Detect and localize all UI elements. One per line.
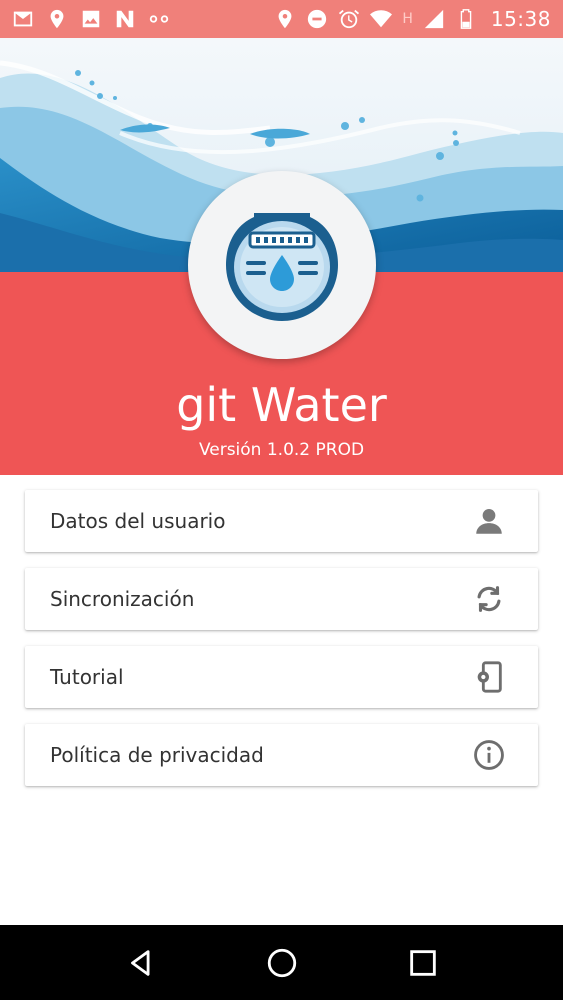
back-icon[interactable]	[121, 943, 161, 983]
menu-item-label: Datos del usuario	[50, 509, 226, 533]
phone-settings-icon	[472, 660, 506, 694]
menu-item-user-data[interactable]: Datos del usuario	[25, 490, 538, 552]
battery-icon	[455, 8, 477, 30]
location-icon	[46, 8, 68, 30]
location-icon	[274, 8, 296, 30]
gmail-icon	[12, 8, 34, 30]
system-navigation-bar	[0, 925, 563, 1000]
menu-item-tutorial[interactable]: Tutorial	[25, 646, 538, 708]
person-icon	[472, 504, 506, 538]
alarm-icon	[338, 8, 360, 30]
menu-item-label: Tutorial	[50, 665, 124, 689]
home-icon[interactable]	[262, 943, 302, 983]
do-not-disturb-icon	[306, 8, 328, 30]
menu-item-privacy-policy[interactable]: Política de privacidad	[25, 724, 538, 786]
n-app-icon	[114, 8, 136, 30]
info-icon	[472, 738, 506, 772]
status-bar-system: H 15:38	[274, 7, 551, 31]
status-bar: H 15:38	[0, 0, 563, 38]
wifi-icon	[370, 8, 393, 30]
network-type-indicator: H	[402, 11, 413, 27]
water-meter-logo-icon	[226, 213, 338, 321]
voicemail-icon	[148, 8, 170, 30]
gallery-icon	[80, 8, 102, 30]
app-logo	[188, 171, 376, 359]
app-header: git Water Versión 1.0.2 PROD	[0, 38, 563, 475]
clock: 15:38	[490, 7, 551, 31]
app-title: git Water	[176, 378, 387, 432]
sync-icon	[472, 582, 506, 616]
app-version: Versión 1.0.2 PROD	[198, 440, 365, 460]
menu-item-sync[interactable]: Sincronización	[25, 568, 538, 630]
signal-icon	[423, 8, 445, 30]
menu-item-label: Política de privacidad	[50, 743, 264, 767]
menu-item-label: Sincronización	[50, 587, 195, 611]
status-bar-notifications	[12, 8, 170, 30]
recents-icon[interactable]	[403, 943, 443, 983]
